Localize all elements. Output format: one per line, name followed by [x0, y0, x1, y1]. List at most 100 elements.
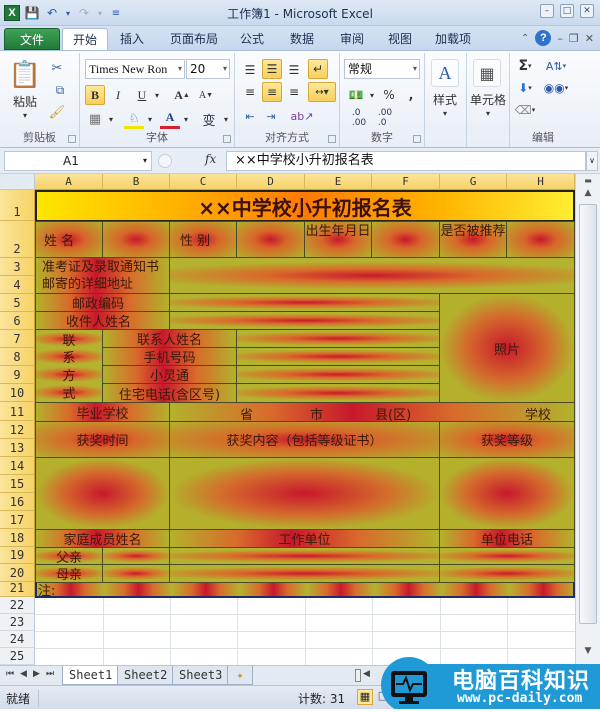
- mother-label[interactable]: 母亲: [35, 564, 103, 583]
- scroll-thumb[interactable]: [579, 204, 597, 624]
- formula-input[interactable]: ××中学校小升初报名表: [226, 151, 586, 171]
- home-phone-label[interactable]: 住宅电话(含区号): [102, 383, 237, 403]
- last-sheet-icon[interactable]: ⏭: [46, 669, 54, 679]
- tab-data[interactable]: 数据: [280, 28, 324, 50]
- family-name-label[interactable]: 家庭成员姓名: [35, 529, 170, 548]
- split-box[interactable]: ▬: [579, 176, 597, 186]
- phonetic-icon[interactable]: 变: [198, 109, 220, 129]
- tab-page-layout[interactable]: 页面布局: [160, 28, 228, 50]
- row-header[interactable]: 8: [0, 348, 35, 366]
- shrink-font-button[interactable]: A ▼: [196, 85, 216, 105]
- tab-split-handle[interactable]: [355, 669, 361, 682]
- align-left-icon[interactable]: ≡: [241, 83, 259, 101]
- tab-insert[interactable]: 插入: [110, 28, 154, 50]
- school-value-cell[interactable]: 省 市 县(区) 学校: [169, 402, 575, 422]
- recipient-label[interactable]: 收件人姓名: [35, 311, 170, 330]
- photo-cell[interactable]: 照片: [439, 293, 575, 403]
- address-label[interactable]: 准考证及录取通知书邮寄的详细地址: [35, 257, 170, 294]
- row-header[interactable]: 10: [0, 384, 35, 402]
- award-time-value[interactable]: [35, 457, 170, 530]
- borders-icon[interactable]: ▦: [85, 109, 105, 129]
- align-center-icon[interactable]: ≡: [262, 82, 282, 102]
- row-header[interactable]: 15: [0, 475, 35, 493]
- row-header[interactable]: 14: [0, 457, 35, 475]
- birth-value-cell[interactable]: [371, 221, 440, 258]
- school-label[interactable]: 毕业学校: [35, 402, 170, 422]
- doc-restore-icon[interactable]: ❐: [569, 32, 579, 45]
- format-painter-icon[interactable]: 🖌: [48, 103, 66, 121]
- copy-icon[interactable]: ⧉: [48, 81, 72, 99]
- row-header[interactable]: 11: [0, 402, 35, 421]
- mother-phone-value[interactable]: [439, 564, 575, 583]
- row-header[interactable]: 3: [0, 258, 35, 276]
- birth-label[interactable]: 出生年月日: [304, 221, 372, 258]
- father-work-value[interactable]: [169, 547, 440, 565]
- recipient-value-cell[interactable]: [169, 311, 440, 330]
- postcode-value-cell[interactable]: [169, 293, 440, 312]
- minimize-button[interactable]: –: [540, 4, 554, 18]
- column-header[interactable]: G: [440, 174, 507, 190]
- align-middle-icon[interactable]: ☰: [262, 59, 282, 79]
- row-header[interactable]: 21: [0, 581, 35, 597]
- row-header[interactable]: 20: [0, 564, 35, 582]
- row-header[interactable]: 6: [0, 312, 35, 330]
- align-bottom-icon[interactable]: ☰: [285, 61, 303, 79]
- expand-formula-bar-icon[interactable]: ∨: [586, 151, 598, 171]
- name-label[interactable]: 姓 名: [35, 221, 103, 258]
- row-header[interactable]: 25: [0, 648, 35, 665]
- row-header[interactable]: 7: [0, 330, 35, 348]
- tab-formulas[interactable]: 公式: [230, 28, 274, 50]
- select-all-corner[interactable]: [0, 174, 35, 190]
- help-icon[interactable]: ?: [535, 30, 552, 46]
- currency-icon[interactable]: 💵: [346, 85, 366, 105]
- column-header[interactable]: F: [372, 174, 440, 190]
- tab-home[interactable]: 开始: [62, 28, 109, 50]
- first-sheet-icon[interactable]: ⏮: [6, 669, 14, 679]
- next-sheet-icon[interactable]: ▶: [33, 669, 40, 679]
- sheet-tab-1[interactable]: Sheet1: [62, 666, 120, 685]
- award-level-value[interactable]: [439, 457, 575, 530]
- paste-button[interactable]: 粘贴: [8, 93, 42, 109]
- scroll-up-icon[interactable]: ▲: [579, 188, 597, 202]
- insert-function-icon[interactable]: fx: [205, 152, 216, 166]
- father-name-value[interactable]: [102, 547, 170, 565]
- cells-button[interactable]: 单元格: [467, 91, 509, 107]
- contact-name-label[interactable]: 联系人姓名: [102, 329, 237, 348]
- increase-decimal-icon[interactable]: .0.00: [348, 108, 370, 128]
- font-color-icon[interactable]: A: [160, 109, 180, 129]
- wrap-text-icon[interactable]: ↵: [308, 59, 328, 79]
- grow-font-button[interactable]: A ▲: [172, 85, 192, 105]
- row-header[interactable]: 19: [0, 547, 35, 564]
- fill-color-dropdown-icon[interactable]: ▾: [145, 109, 155, 129]
- row-header[interactable]: 5: [0, 294, 35, 312]
- name-value-cell[interactable]: [102, 221, 170, 258]
- tab-review[interactable]: 审阅: [330, 28, 374, 50]
- name-box[interactable]: A1 ▾: [4, 151, 152, 171]
- alignment-launcher-icon[interactable]: [328, 135, 336, 143]
- borders-dropdown-icon[interactable]: ▾: [106, 109, 116, 129]
- paste-icon[interactable]: 📋: [9, 57, 41, 93]
- doc-close-icon[interactable]: ✕: [585, 32, 594, 45]
- phs-label[interactable]: 小灵通: [102, 365, 237, 384]
- clear-icon[interactable]: ⌫ ▾: [514, 101, 536, 119]
- normal-view-icon[interactable]: ▦: [357, 689, 373, 705]
- doc-minimize-icon[interactable]: –: [557, 32, 563, 45]
- row-header[interactable]: 18: [0, 529, 35, 547]
- home-phone-value[interactable]: [236, 383, 440, 403]
- gender-label[interactable]: 性 别: [169, 221, 237, 258]
- percent-button[interactable]: %: [380, 85, 398, 105]
- row-header[interactable]: 24: [0, 631, 35, 648]
- fill-color-icon[interactable]: ♘: [124, 109, 144, 129]
- restore-button[interactable]: □: [560, 4, 574, 18]
- column-header[interactable]: E: [305, 174, 372, 190]
- phonetic-dropdown-icon[interactable]: ▾: [221, 109, 231, 129]
- find-select-icon[interactable]: ◉◉ ▾: [542, 79, 570, 97]
- cells-dropdown-icon[interactable]: ▾: [482, 107, 494, 119]
- cut-icon[interactable]: ✂: [48, 59, 66, 77]
- gender-value-cell[interactable]: [236, 221, 305, 258]
- paste-dropdown-icon[interactable]: ▾: [18, 109, 32, 121]
- number-format-combo[interactable]: 常规 ▾: [344, 59, 420, 79]
- decrease-decimal-icon[interactable]: .00.0: [374, 108, 396, 128]
- sheet-tab-2[interactable]: Sheet2: [117, 666, 175, 685]
- close-button[interactable]: ✕: [580, 4, 594, 18]
